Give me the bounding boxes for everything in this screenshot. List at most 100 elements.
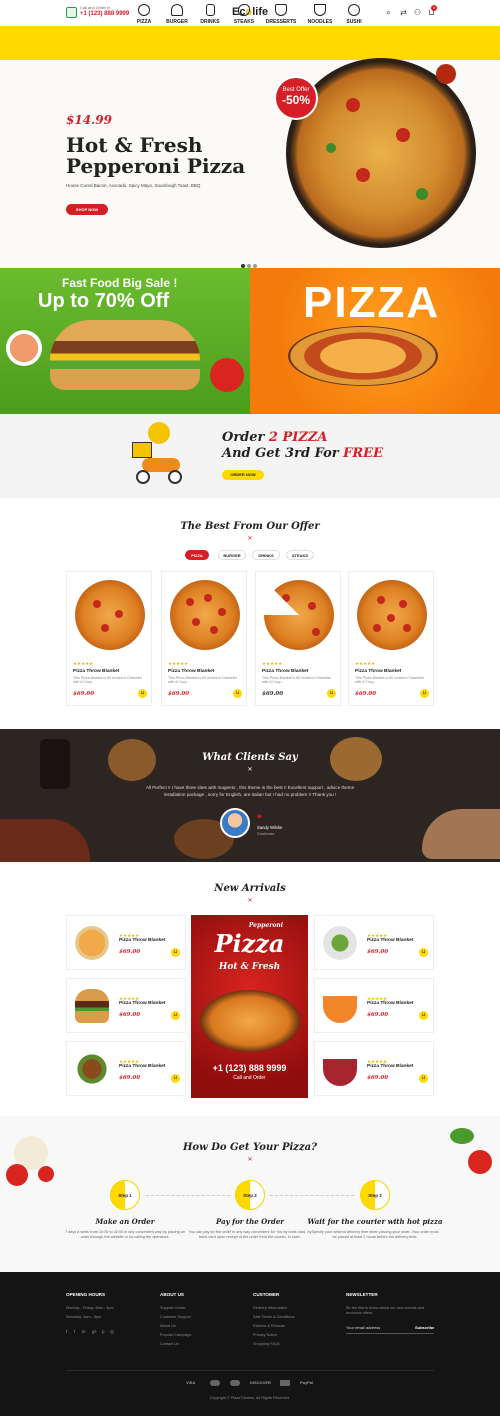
tab-pizza[interactable]: PIZZA [185,550,209,560]
product-price: $69.00 [367,949,389,955]
product-name[interactable]: Pizza Throw Blanket [73,669,119,674]
footer-link[interactable]: Popular Campaign [160,1333,191,1337]
nav-item-steaks[interactable]: STEAKS [226,4,262,25]
copyright: Copyright © PlazaThemes. All Rights Rese… [209,1396,291,1400]
nav-item-noodles[interactable]: NOODLES [302,4,338,25]
hero-price: $14.99 [66,113,112,127]
add-to-cart-button[interactable]: ⊔ [419,1074,428,1083]
burger-image [50,320,200,390]
product-name[interactable]: Pizza Throw Blanket [119,1064,165,1069]
footer-link[interactable]: About Us [160,1324,176,1328]
tab-steaks[interactable]: STEAKS [286,550,314,560]
phone-number[interactable]: +1 (123) 888 9999 [80,11,129,17]
footer-link[interactable]: Delivery Information [253,1306,287,1310]
product-name[interactable]: Pizza Throw Blanket [367,938,413,943]
nav-item-drinks[interactable]: DRINKS [192,4,228,25]
testimonial-title: What Clients Say [202,752,298,763]
subscribe-button[interactable]: Subscribe [415,1325,434,1330]
arrival-card[interactable]: ★★★★★ Pizza Throw Blanket $69.00 ⊔ [314,1041,434,1096]
noodles-icon [314,4,326,16]
product-name[interactable]: Pizza Throw Blanket [119,938,165,943]
product-name[interactable]: Pizza Throw Blanket [262,669,308,674]
footer-link[interactable]: Shopping FAQs [253,1342,280,1346]
pinterest-icon[interactable]: p [102,1329,105,1334]
shop-now-button[interactable]: SHOP NOW [66,204,108,215]
rating-stars: ★★★★★ [355,661,376,666]
cutlery-icon: ✕ [247,767,253,773]
footer-hours-line: Saturday: 9am - 5pm [66,1315,102,1319]
product-name[interactable]: Pizza Throw Blanket [367,1001,413,1006]
nav-item-sushi[interactable]: SUSHI [336,4,372,25]
product-name[interactable]: Pizza Throw Blanket [119,1001,165,1006]
footer-divider [66,1370,434,1371]
pizza-image [264,580,334,650]
product-card[interactable]: ★★★★★ Pizza Throw Blanket This Pizza Bla… [348,571,434,706]
instagram-icon[interactable]: ◎ [110,1329,114,1335]
product-price: $69.00 [73,691,95,697]
search-icon[interactable]: ⌕ [384,8,393,17]
step-2-badge: Step 2 [235,1180,265,1210]
rating-stars: ★★★★★ [262,661,283,666]
shuffle-icon[interactable]: ⇄ [399,8,408,17]
arrival-card[interactable]: ★★★★★ Pizza Throw Blanket $69.00 ⊔ [314,915,434,970]
tab-burger[interactable]: BURGER [218,550,246,560]
product-card[interactable]: ★★★★★ Pizza Throw Blanket This Pizza Bla… [161,571,247,706]
sauce-image [6,330,42,366]
add-to-cart-button[interactable]: ⊔ [171,948,180,957]
product-price: $69.00 [168,691,190,697]
promo-hot-fresh: Hot & Fresh [218,962,281,972]
newsletter-email-input[interactable]: Your email address [346,1325,380,1330]
add-to-cart-button[interactable]: ⊔ [233,689,242,698]
product-name[interactable]: Pizza Throw Blanket [355,669,401,674]
footer-link[interactable]: Contact Us [160,1342,179,1346]
nav-item-pizza[interactable]: PIZZA [126,4,162,25]
testimonial-name: Sandy Wilcke [257,825,283,830]
product-card[interactable]: ★★★★★ Pizza Throw Blanket This Pizza Bla… [255,571,341,706]
pizza-image [200,990,300,1052]
steak-icon [238,4,250,16]
linkedin-icon[interactable]: in [82,1329,86,1334]
arrival-card[interactable]: ★★★★★ Pizza Throw Blanket $69.00 ⊔ [66,978,186,1033]
product-price: $69.00 [367,1012,389,1018]
step-2-title: Pay for the Order [216,1217,284,1226]
tab-drinks[interactable]: DRINKS [252,550,280,560]
add-to-cart-button[interactable]: ⊔ [419,1011,428,1020]
promo-phone[interactable]: +1 (123) 888 9999 [191,1063,308,1073]
testimonial-text: All Perfect !! I have three sites with m… [145,785,355,797]
order-promo-line2: And Get 3rd For FREE [222,446,383,461]
add-to-cart-button[interactable]: ⊔ [171,1011,180,1020]
nav-item-desserts[interactable]: DRESSERTS [263,4,299,25]
sushi-icon [348,4,360,16]
product-name[interactable]: Pizza Throw Blanket [367,1064,413,1069]
arrival-card[interactable]: ★★★★★ Pizza Throw Blanket $69.00 ⊔ [314,978,434,1033]
footer-about-title: ABOUT US [160,1292,184,1297]
google-plus-icon[interactable]: g+ [92,1329,97,1334]
arrival-card[interactable]: ★★★★★ Pizza Throw Blanket $69.00 ⊔ [66,1041,186,1096]
product-price: $69.00 [119,949,141,955]
add-to-cart-button[interactable]: ⊔ [327,689,336,698]
step-connector [270,1195,354,1196]
testimonial-role: Customer [257,831,275,836]
user-icon[interactable]: ⚇ [413,8,422,17]
add-to-cart-button[interactable]: ⊔ [419,948,428,957]
product-name[interactable]: Pizza Throw Blanket [168,669,214,674]
footer-link[interactable]: Support Center [160,1306,186,1310]
rating-stars: ★★★★★ [73,661,94,666]
product-card[interactable]: ★★★★★ Pizza Throw Blanket This Pizza Bla… [66,571,152,706]
footer-link[interactable]: Returns & Refunds [253,1324,285,1328]
add-to-cart-button[interactable]: ⊔ [138,689,147,698]
nav-item-burger[interactable]: BURGER [159,4,195,25]
add-to-cart-button[interactable]: ⊔ [420,689,429,698]
footer-link[interactable]: Customer Support [160,1315,191,1319]
footer-link[interactable]: Privacy Notice [253,1333,277,1337]
step-1-badge: Step 1 [110,1180,140,1210]
order-now-button[interactable]: ORDER NOW [222,470,264,480]
facebook-icon[interactable]: f [66,1329,67,1334]
product-price: $69.00 [119,1012,141,1018]
twitter-icon[interactable]: t [74,1329,75,1334]
product-desc: This Pizza Blanket is 60 inches in Diame… [73,676,142,685]
delivery-scooter-icon [128,422,188,488]
footer-link[interactable]: Sale Terms & Conditions [253,1315,295,1319]
add-to-cart-button[interactable]: ⊔ [171,1074,180,1083]
maestro-icon [230,1380,240,1386]
